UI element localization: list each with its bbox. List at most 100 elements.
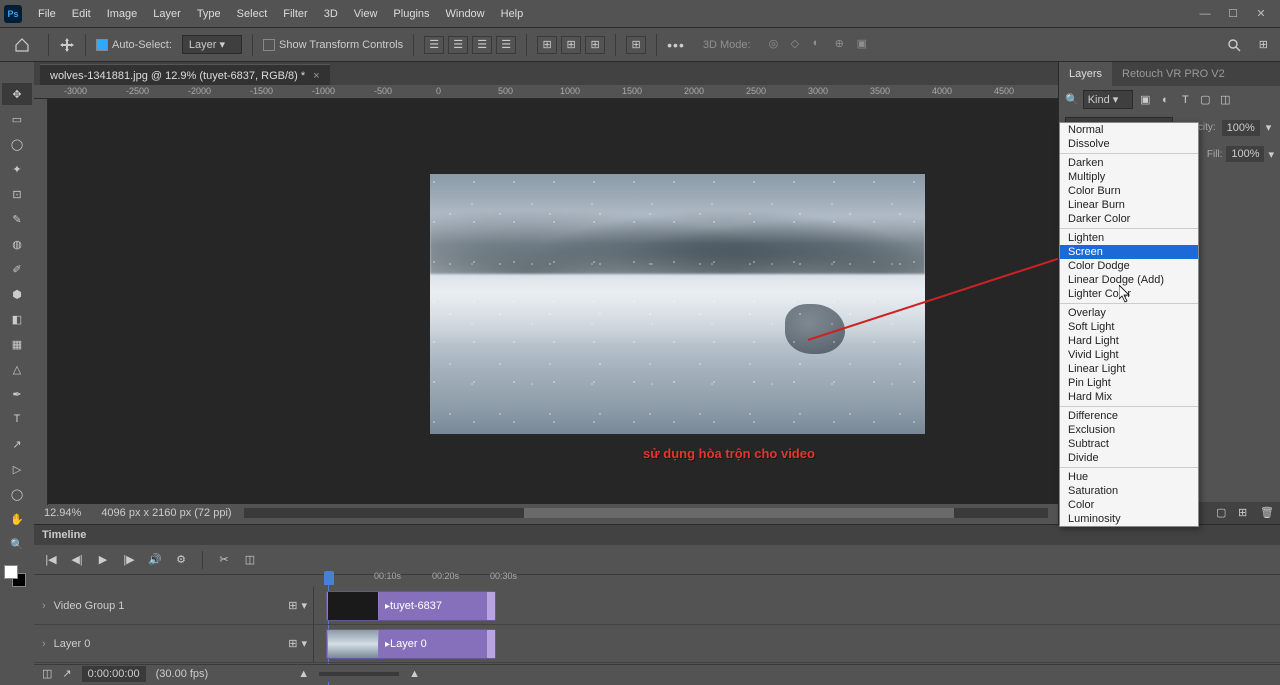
magic-wand-tool[interactable]: ✦: [2, 158, 32, 180]
eyedropper-tool[interactable]: ✎: [2, 208, 32, 230]
delete-layer-icon[interactable]: 🗑: [1260, 506, 1274, 520]
direct-select-tool[interactable]: ▷: [2, 458, 32, 480]
filter-shape-icon[interactable]: ▢: [1197, 92, 1213, 108]
play-button[interactable]: ▶: [94, 551, 112, 569]
timeline-settings-icon[interactable]: ⚙: [172, 551, 190, 569]
filter-pixel-icon[interactable]: ▣: [1137, 92, 1153, 108]
close-tab-icon[interactable]: ×: [313, 70, 319, 82]
menu-plugins[interactable]: Plugins: [385, 4, 437, 24]
move-tool-icon[interactable]: [59, 37, 75, 53]
blend-option-linear-burn[interactable]: Linear Burn: [1060, 198, 1198, 212]
video-clip[interactable]: ▸ tuyet-6837: [326, 591, 496, 621]
menu-layer[interactable]: Layer: [145, 4, 189, 24]
opacity-value[interactable]: 100%: [1222, 120, 1260, 136]
menu-filter[interactable]: Filter: [275, 4, 315, 24]
track-name[interactable]: Layer 0: [54, 638, 91, 650]
hand-tool[interactable]: ✋: [2, 508, 32, 530]
healing-brush-tool[interactable]: ◍: [2, 233, 32, 255]
workspace-switcher-icon[interactable]: ⊞: [1259, 38, 1274, 51]
menu-type[interactable]: Type: [189, 4, 229, 24]
menu-image[interactable]: Image: [99, 4, 146, 24]
home-icon[interactable]: [6, 33, 38, 57]
canvas-area[interactable]: sử dụng hòa trộn cho video: [48, 99, 1058, 504]
pen-tool[interactable]: ✒: [2, 383, 32, 405]
menu-file[interactable]: File: [30, 4, 64, 24]
zoom-slider-mountain-large-icon[interactable]: ▲: [409, 668, 420, 680]
blend-option-luminosity[interactable]: Luminosity: [1060, 512, 1198, 526]
kind-filter-select[interactable]: Kind ▾: [1083, 90, 1134, 109]
blend-option-lighten[interactable]: Lighten: [1060, 231, 1198, 245]
align-middle-icon[interactable]: ⊞: [561, 36, 581, 54]
blend-option-difference[interactable]: Difference: [1060, 409, 1198, 423]
next-frame[interactable]: |▶: [120, 551, 138, 569]
align-bottom-icon[interactable]: ⊞: [585, 36, 605, 54]
tab-retouch[interactable]: Retouch VR PRO V2: [1112, 62, 1235, 86]
render-icon[interactable]: ◫: [42, 667, 52, 680]
align-left-icon[interactable]: ☰: [424, 36, 444, 54]
go-to-first-frame[interactable]: |◀: [42, 551, 60, 569]
tab-layers[interactable]: Layers: [1059, 62, 1112, 86]
blend-option-pin-light[interactable]: Pin Light: [1060, 376, 1198, 390]
menu-3d[interactable]: 3D: [316, 4, 346, 24]
zoom-tool[interactable]: 🔍: [2, 533, 32, 555]
maximize-button[interactable]: ☐: [1226, 7, 1240, 21]
blend-option-color-dodge[interactable]: Color Dodge: [1060, 259, 1198, 273]
more-options-icon[interactable]: •••: [667, 37, 685, 53]
blend-option-darken[interactable]: Darken: [1060, 156, 1198, 170]
track-expand-icon[interactable]: ›: [42, 600, 46, 612]
filter-smart-icon[interactable]: ◫: [1217, 92, 1233, 108]
auto-select-checkbox[interactable]: Auto-Select:: [96, 39, 172, 51]
lasso-tool[interactable]: ◯: [2, 133, 32, 155]
blend-option-hard-light[interactable]: Hard Light: [1060, 334, 1198, 348]
group-layers-icon[interactable]: ▢: [1216, 506, 1230, 520]
shape-tool[interactable]: ◯: [2, 483, 32, 505]
blend-option-darker-color[interactable]: Darker Color: [1060, 212, 1198, 226]
blend-option-hard-mix[interactable]: Hard Mix: [1060, 390, 1198, 404]
blend-option-subtract[interactable]: Subtract: [1060, 437, 1198, 451]
clone-stamp-tool[interactable]: ⬢: [2, 283, 32, 305]
blend-option-dissolve[interactable]: Dissolve: [1060, 137, 1198, 151]
blend-option-divide[interactable]: Divide: [1060, 451, 1198, 465]
crop-tool[interactable]: ⊡: [2, 183, 32, 205]
track-name[interactable]: Video Group 1: [54, 600, 125, 612]
align-to-icon[interactable]: ⊞: [626, 36, 646, 54]
gradient-tool[interactable]: ▦: [2, 333, 32, 355]
horizontal-scrollbar[interactable]: [244, 508, 1048, 518]
track-menu-icon[interactable]: ▾: [301, 637, 307, 650]
blend-option-saturation[interactable]: Saturation: [1060, 484, 1198, 498]
new-layer-icon[interactable]: ⊞: [1238, 506, 1252, 520]
blend-option-hue[interactable]: Hue: [1060, 470, 1198, 484]
document-tab[interactable]: wolves-1341881.jpg @ 12.9% (tuyet-6837, …: [40, 64, 330, 87]
show-transform-checkbox[interactable]: Show Transform Controls: [263, 39, 403, 51]
track-menu-icon[interactable]: ▾: [301, 599, 307, 612]
blend-option-exclusion[interactable]: Exclusion: [1060, 423, 1198, 437]
color-swatches[interactable]: [4, 565, 26, 587]
blend-option-soft-light[interactable]: Soft Light: [1060, 320, 1198, 334]
marquee-tool[interactable]: ▭: [2, 108, 32, 130]
eraser-tool[interactable]: ◧: [2, 308, 32, 330]
close-button[interactable]: ✕: [1254, 7, 1268, 21]
document-info[interactable]: 4096 px x 2160 px (72 ppi): [101, 507, 231, 519]
align-center-h-icon[interactable]: ☰: [448, 36, 468, 54]
search-icon[interactable]: 🔍: [1065, 93, 1079, 106]
timecode[interactable]: 0:00:00:00: [82, 666, 146, 682]
menu-select[interactable]: Select: [229, 4, 276, 24]
zoom-level[interactable]: 12.94%: [44, 507, 81, 519]
blend-option-linear-light[interactable]: Linear Light: [1060, 362, 1198, 376]
prev-frame[interactable]: ◀|: [68, 551, 86, 569]
mute-audio[interactable]: 🔊: [146, 551, 164, 569]
menu-view[interactable]: View: [346, 4, 386, 24]
align-right-icon[interactable]: ☰: [472, 36, 492, 54]
canvas[interactable]: [430, 174, 925, 434]
blur-tool[interactable]: △: [2, 358, 32, 380]
path-tool[interactable]: ↗: [2, 433, 32, 455]
distribute-icon[interactable]: ☰: [496, 36, 516, 54]
filter-type-icon[interactable]: T: [1177, 92, 1193, 108]
search-icon[interactable]: [1219, 38, 1249, 52]
export-icon[interactable]: ↗: [62, 667, 71, 680]
filter-adjustment-icon[interactable]: ◐: [1157, 92, 1173, 108]
menu-window[interactable]: Window: [438, 4, 493, 24]
align-top-icon[interactable]: ⊞: [537, 36, 557, 54]
timeline-ruler[interactable]: 00:10s 00:20s 00:30s: [316, 571, 1260, 585]
menu-help[interactable]: Help: [493, 4, 532, 24]
